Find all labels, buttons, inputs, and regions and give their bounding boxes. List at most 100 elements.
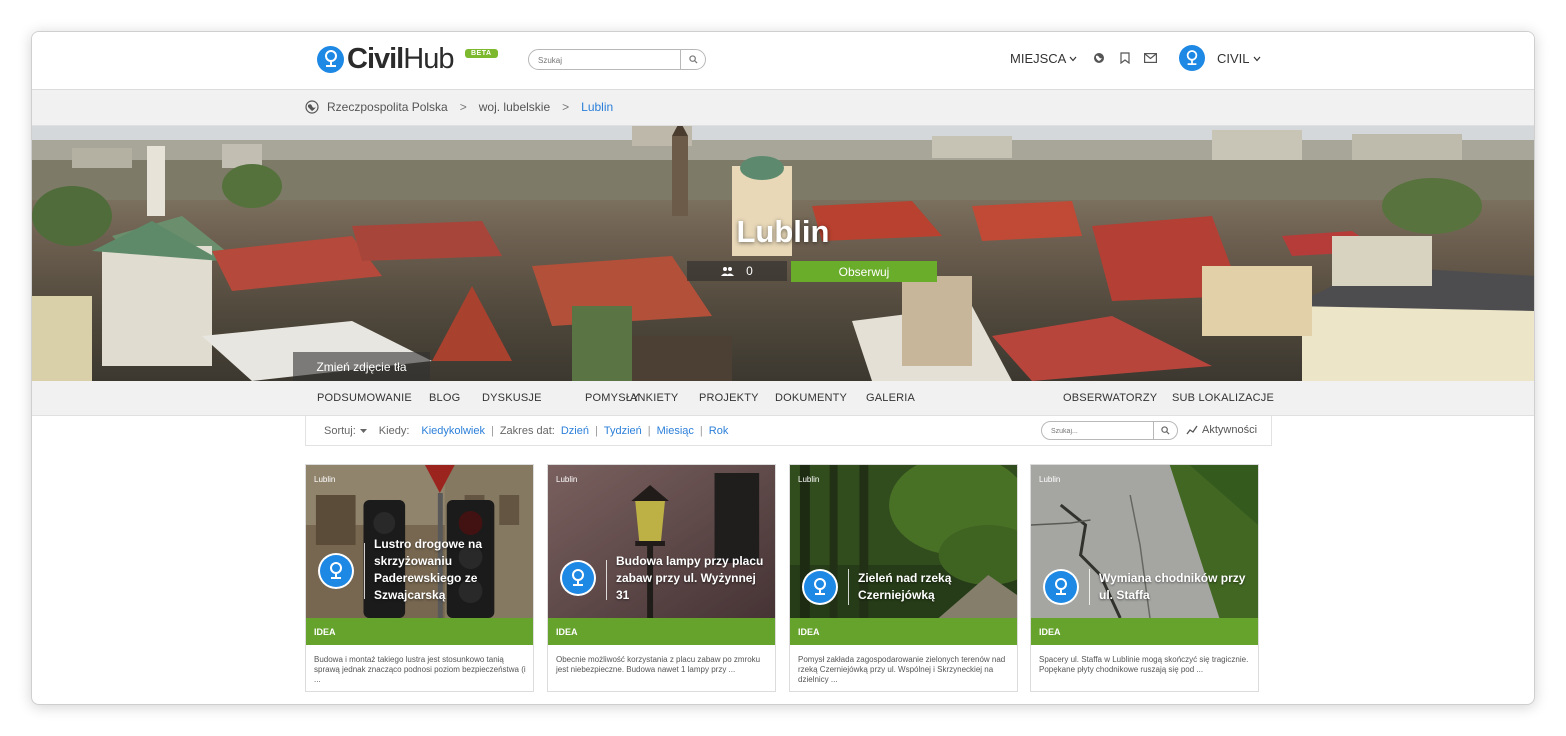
card-category-tag: IDEA xyxy=(306,618,533,645)
card-divider xyxy=(364,543,365,599)
card-divider xyxy=(1089,569,1090,605)
places-menu[interactable]: MIEJSCA xyxy=(1010,51,1077,66)
activity-label: Aktywności xyxy=(1202,424,1258,436)
logo-wordmark: CivilHub xyxy=(347,42,454,75)
search-icon xyxy=(688,55,698,64)
breadcrumb-country[interactable]: Rzeczpospolita Polska xyxy=(327,100,448,114)
card-title[interactable]: Wymiana chodników przy ul. Staffa xyxy=(1099,570,1251,604)
card-title[interactable]: Lustro drogowe na skrzyżowaniu Paderewsk… xyxy=(374,536,526,604)
breadcrumb: Rzeczpospolita Polska > woj. lubelskie >… xyxy=(305,100,613,114)
card-location[interactable]: Lublin xyxy=(1039,475,1060,484)
filter-controls: Sortuj: Kiedy: Kiedykolwiek | Zakres dat… xyxy=(324,425,728,437)
tab-projects[interactable]: PROJEKTY xyxy=(699,392,759,404)
breadcrumb-region[interactable]: woj. lubelskie xyxy=(479,100,550,114)
top-search-input[interactable] xyxy=(538,53,678,67)
top-search-box xyxy=(528,49,706,70)
user-avatar[interactable] xyxy=(1179,45,1205,71)
card-location[interactable]: Lublin xyxy=(798,475,819,484)
breadcrumb-separator: > xyxy=(562,100,570,114)
hero-banner: Lublin 0 Obserwuj Zmień zdjęcie tła xyxy=(32,126,1534,381)
idea-card[interactable]: Lublin Zieleń nad rzeką Czerniejówką IDE… xyxy=(789,464,1018,692)
card-category-tag: IDEA xyxy=(548,618,775,645)
user-menu[interactable]: CIVIL xyxy=(1217,51,1261,66)
range-month-link[interactable]: Miesiąc xyxy=(657,425,694,437)
when-label: Kiedy: xyxy=(378,425,410,437)
users-icon xyxy=(721,266,735,276)
card-location[interactable]: Lublin xyxy=(556,475,577,484)
follow-button[interactable]: Obserwuj xyxy=(791,261,937,282)
card-divider xyxy=(848,569,849,605)
range-day-link[interactable]: Dzień xyxy=(561,425,589,437)
card-location[interactable]: Lublin xyxy=(314,475,335,484)
user-menu-label: CIVIL xyxy=(1217,51,1250,66)
card-description: Spacery ul. Staffa w Lublinie mogą skońc… xyxy=(1039,655,1249,674)
tab-summary[interactable]: PODSUMOWANIE xyxy=(317,392,412,404)
search-icon xyxy=(1161,426,1170,435)
date-range-label: Zakres dat: xyxy=(499,425,555,437)
city-panorama-image xyxy=(32,126,1534,381)
caret-down-icon xyxy=(359,428,367,433)
content-search-box xyxy=(1041,421,1178,440)
card-description: Obecnie możliwość korzystania z placu za… xyxy=(556,655,761,674)
change-background-button[interactable]: Zmień zdjęcie tła xyxy=(293,352,430,381)
filter-bar: Sortuj: Kiedy: Kiedykolwiek | Zakres dat… xyxy=(305,416,1272,446)
card-title[interactable]: Budowa lampy przy placu zabaw przy ul. W… xyxy=(616,553,768,604)
top-search-button[interactable] xyxy=(680,50,705,69)
person-icon xyxy=(1186,50,1198,65)
envelope-icon[interactable] xyxy=(1143,51,1157,65)
idea-card[interactable]: Lublin Budowa lampy przy placu zabaw prz… xyxy=(547,464,776,692)
logo-person-icon xyxy=(317,45,344,73)
browser-window: CivilHub BETA MIEJSCA CIVIL xyxy=(31,31,1535,705)
globe-icon[interactable] xyxy=(1092,51,1106,65)
breadcrumb-city[interactable]: Lublin xyxy=(581,100,613,114)
when-value-link[interactable]: Kiedykolwiek xyxy=(421,425,485,437)
content-search-input[interactable] xyxy=(1051,425,1151,437)
author-avatar[interactable] xyxy=(318,553,354,589)
author-avatar[interactable] xyxy=(802,569,838,605)
chevron-down-icon xyxy=(1069,56,1077,61)
activity-toggle[interactable]: Aktywności xyxy=(1186,424,1257,436)
breadcrumb-separator: > xyxy=(459,100,467,114)
sort-dropdown[interactable]: Sortuj: xyxy=(324,425,367,437)
card-description: Budowa i montaż takiego lustra jest stos… xyxy=(314,655,526,684)
activity-chart-icon xyxy=(1186,425,1198,435)
followers-counter: 0 xyxy=(687,261,787,281)
breadcrumb-bar: Rzeczpospolita Polska > woj. lubelskie >… xyxy=(32,90,1534,126)
places-menu-label: MIEJSCA xyxy=(1010,51,1067,66)
bookmark-icon[interactable] xyxy=(1118,51,1132,65)
tab-sublocations[interactable]: SUB LOKALIZACJE xyxy=(1172,392,1274,404)
range-week-link[interactable]: Tydzień xyxy=(604,425,642,437)
civilhub-logo[interactable]: CivilHub BETA xyxy=(317,42,498,75)
filter-divider: | xyxy=(647,425,651,437)
tab-blog[interactable]: BLOG xyxy=(429,392,460,404)
tab-followers[interactable]: OBSERWATORZY xyxy=(1063,392,1157,404)
idea-card[interactable]: Lublin Wymiana chodników przy ul. Staffa… xyxy=(1030,464,1259,692)
range-year-link[interactable]: Rok xyxy=(709,425,729,437)
card-title[interactable]: Zieleń nad rzeką Czerniejówką xyxy=(858,570,1010,604)
card-category-tag: IDEA xyxy=(790,618,1017,645)
section-tabs: PODSUMOWANIE BLOG DYSKUSJE POMYSŁY ANKIE… xyxy=(32,381,1534,416)
chevron-down-icon xyxy=(1253,56,1260,61)
card-category-tag: IDEA xyxy=(1031,618,1258,645)
tab-discussions[interactable]: DYSKUSJE xyxy=(482,392,542,404)
top-header: CivilHub BETA MIEJSCA CIVIL xyxy=(32,32,1534,90)
filter-divider: | xyxy=(594,425,598,437)
world-icon xyxy=(305,100,319,114)
idea-card[interactable]: Lublin Lustro drogowe na skrzyżowaniu Pa… xyxy=(305,464,534,692)
tab-documents[interactable]: DOKUMENTY xyxy=(775,392,847,404)
card-divider xyxy=(606,560,607,600)
author-avatar[interactable] xyxy=(1043,569,1079,605)
person-icon xyxy=(572,569,584,586)
tab-gallery[interactable]: GALERIA xyxy=(866,392,915,404)
followers-count: 0 xyxy=(746,264,753,278)
tab-polls[interactable]: ANKIETY xyxy=(630,392,678,404)
author-avatar[interactable] xyxy=(560,560,596,596)
card-description: Pomysł zakłada zagospodarowanie zielonyc… xyxy=(798,655,1006,684)
person-icon xyxy=(1055,578,1067,595)
filter-divider: | xyxy=(490,425,494,437)
person-icon xyxy=(814,578,826,595)
sort-label: Sortuj: xyxy=(324,425,356,437)
content-search-button[interactable] xyxy=(1153,422,1177,439)
person-icon xyxy=(330,562,342,579)
beta-badge: BETA xyxy=(465,49,498,58)
